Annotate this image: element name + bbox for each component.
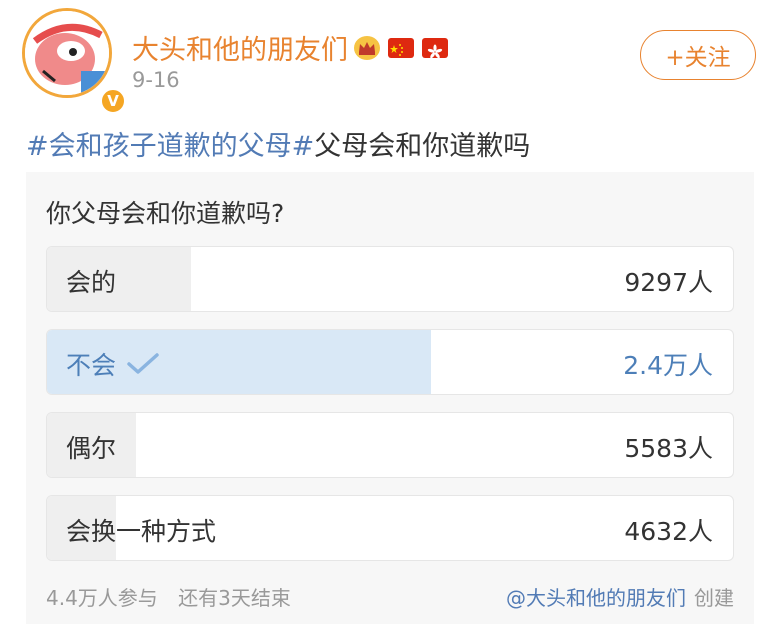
- crown-icon: [354, 35, 380, 60]
- avatar[interactable]: V: [22, 8, 127, 115]
- poll-footer: 4.4万人参与 还有3天结束: [46, 582, 291, 611]
- poll-question: 你父母会和你道歉吗?: [46, 199, 285, 228]
- poll-option[interactable]: 不会 2.4万人: [46, 329, 734, 395]
- avatar-cartoon-icon: [25, 11, 109, 95]
- poll-option-count: 9297人: [624, 268, 713, 297]
- post-text: #会和孩子道歉的父母#父母会和你道歉吗: [26, 124, 530, 163]
- check-icon: [127, 353, 159, 374]
- post-body: 父母会和你道歉吗: [314, 131, 531, 162]
- poll-option[interactable]: 会换一种方式 4632人: [46, 495, 734, 561]
- username-text[interactable]: 大头和他的朋友们: [132, 28, 348, 67]
- creator-link[interactable]: @大头和他的朋友们: [506, 586, 686, 610]
- post-time: 9-16: [132, 68, 180, 92]
- poll-option-count: 2.4万人: [623, 351, 713, 380]
- china-flag-icon: [388, 37, 414, 58]
- created-label: 创建: [694, 586, 734, 610]
- poll-option[interactable]: 偶尔 5583人: [46, 412, 734, 478]
- poll-option-label: 会的: [66, 268, 117, 297]
- poll-option-label: 会换一种方式: [66, 517, 217, 546]
- poll-card: 你父母会和你道歉吗? 会的 9297人 不会 2.4万人 偶尔 5583人 会换…: [26, 172, 754, 624]
- poll-option[interactable]: 会的 9297人: [46, 246, 734, 312]
- poll-option-label: 偶尔: [66, 434, 117, 463]
- poll-creator: @大头和他的朋友们 创建: [506, 582, 734, 611]
- participants-count: 4.4万人参与: [46, 586, 158, 610]
- poll-option-count: 4632人: [624, 517, 713, 546]
- verified-badge: V: [99, 87, 127, 115]
- poll-remaining: 还有3天结束: [178, 586, 291, 610]
- username[interactable]: 大头和他的朋友们: [132, 28, 448, 67]
- poll-option-label: 不会: [66, 346, 160, 382]
- poll-option-count: 5583人: [624, 434, 713, 463]
- hongkong-flag-icon: [422, 37, 448, 58]
- follow-button[interactable]: +关注: [640, 30, 756, 80]
- topic-link[interactable]: #会和孩子道歉的父母#: [26, 131, 314, 162]
